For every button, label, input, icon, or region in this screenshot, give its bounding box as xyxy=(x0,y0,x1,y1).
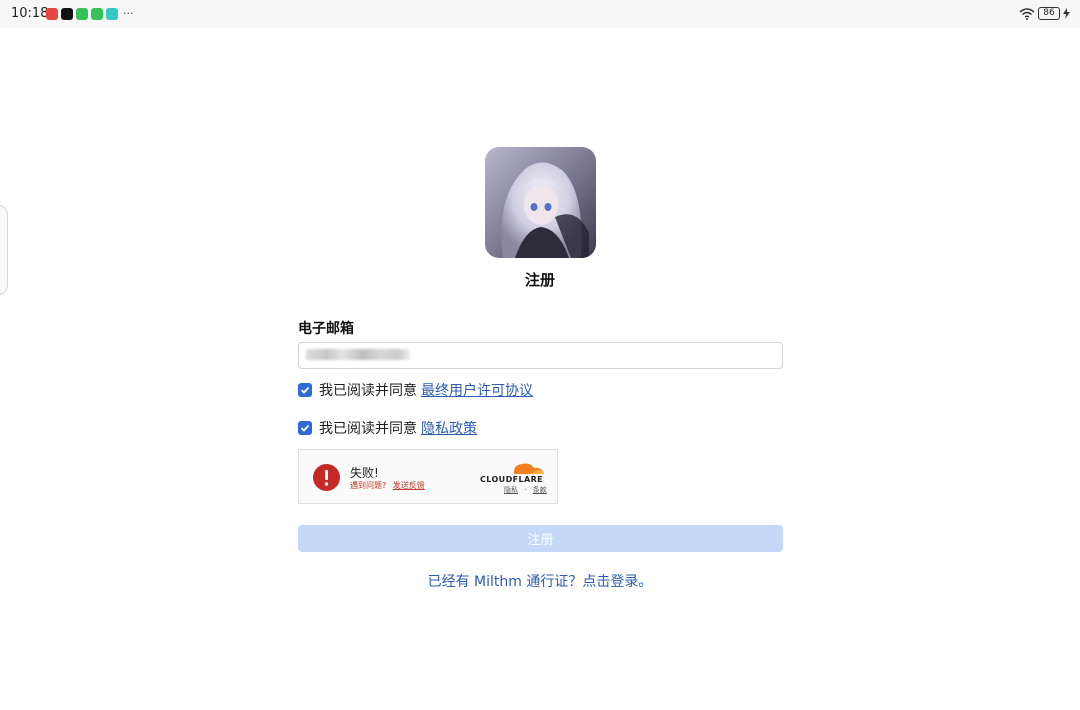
cloudflare-links: 隐私 · 条款 xyxy=(504,485,547,495)
captcha-privacy-link[interactable]: 隐私 xyxy=(504,486,518,494)
status-right: 86 xyxy=(1019,7,1070,20)
status-time: 10:18 xyxy=(11,6,49,21)
link-separator: · xyxy=(524,486,527,494)
privacy-agree-text: 我已阅读并同意 xyxy=(319,421,417,437)
app-avatar-image xyxy=(485,147,596,258)
eula-link[interactable]: 最终用户许可协议 xyxy=(421,380,533,400)
captcha-problem-text: 遇到问题? xyxy=(350,481,387,490)
page-title: 注册 xyxy=(524,271,555,289)
checkmark-icon xyxy=(300,424,310,432)
register-button[interactable]: 注册 xyxy=(298,525,783,552)
redacted-email-value xyxy=(306,349,410,360)
eula-agree-text: 我已阅读并同意 xyxy=(319,383,417,399)
checkmark-icon xyxy=(300,386,310,394)
captcha-terms-link[interactable]: 条款 xyxy=(533,486,547,494)
send-feedback-link[interactable]: 发送反馈 xyxy=(393,481,425,490)
cloudflare-logo-text: CLOUDFLARE xyxy=(480,475,543,484)
wifi-icon xyxy=(1019,7,1035,20)
email-label: 电子邮箱 xyxy=(298,321,354,337)
side-drawer-handle[interactable] xyxy=(0,205,8,295)
login-link[interactable]: 已经有 Milthm 通行证？点击登录。 xyxy=(340,571,740,591)
captcha-status: 失败! xyxy=(350,466,379,480)
wechat-icon xyxy=(76,8,88,20)
error-icon xyxy=(313,464,340,491)
red-app-icon xyxy=(46,8,58,20)
privacy-agreement-row: 我已阅读并同意 隐私政策 xyxy=(298,418,477,438)
charging-icon xyxy=(1063,8,1070,19)
tiktok-icon xyxy=(61,8,73,20)
teal-app-icon xyxy=(106,8,118,20)
notification-icons: ··· xyxy=(46,8,134,20)
privacy-checkbox[interactable] xyxy=(298,421,312,435)
eula-agreement-row: 我已阅读并同意 最终用户许可协议 xyxy=(298,380,533,400)
eula-checkbox[interactable] xyxy=(298,383,312,397)
status-bar: 10:18 ··· 86 xyxy=(0,0,1080,28)
privacy-policy-link[interactable]: 隐私政策 xyxy=(421,418,477,438)
captcha-widget: 失败! 遇到问题? 发送反馈 CLOUDFLARE 隐私 · 条款 xyxy=(298,449,558,504)
wechat-icon xyxy=(91,8,103,20)
captcha-problem-row: 遇到问题? 发送反馈 xyxy=(350,480,425,491)
battery-indicator: 86 xyxy=(1038,7,1060,20)
more-notifications: ··· xyxy=(123,7,134,20)
